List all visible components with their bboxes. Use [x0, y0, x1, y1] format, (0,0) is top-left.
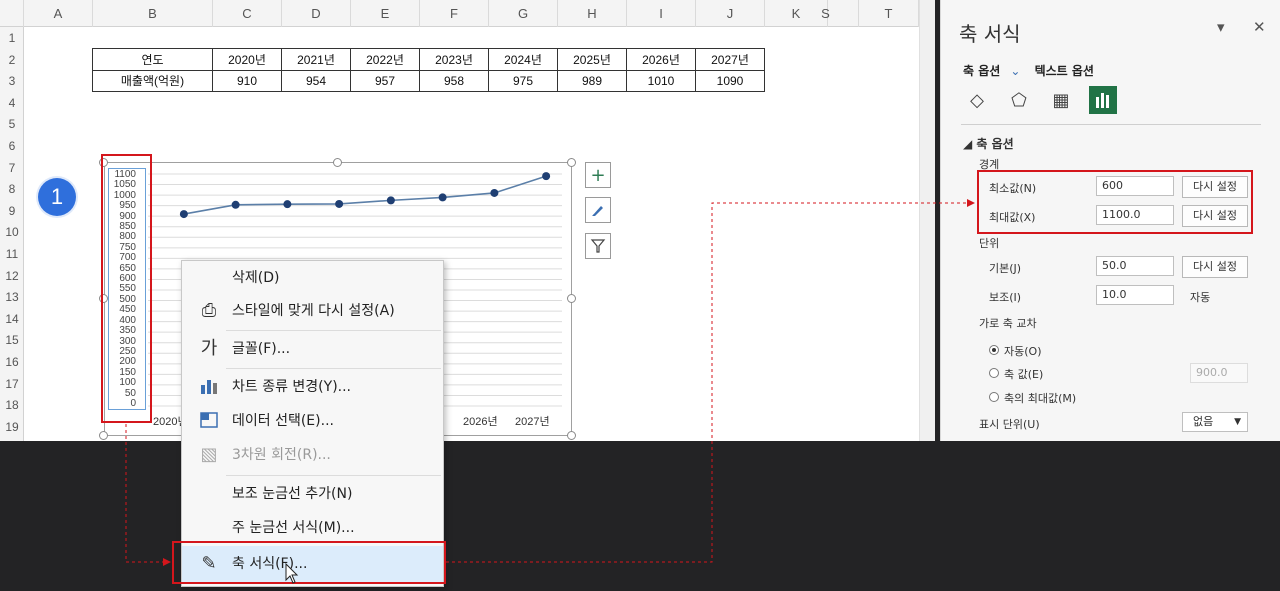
mouse-cursor-icon	[285, 562, 299, 584]
annotation-arrows	[125, 199, 975, 584]
arrow-menu-to-pane	[446, 199, 975, 563]
arrow-axis-to-menu	[125, 424, 171, 566]
screenshot-stage: A B C D E F G H I J K S T 1 2 3 4 5 6 7 8 9 10 11 1…	[0, 0, 1280, 591]
